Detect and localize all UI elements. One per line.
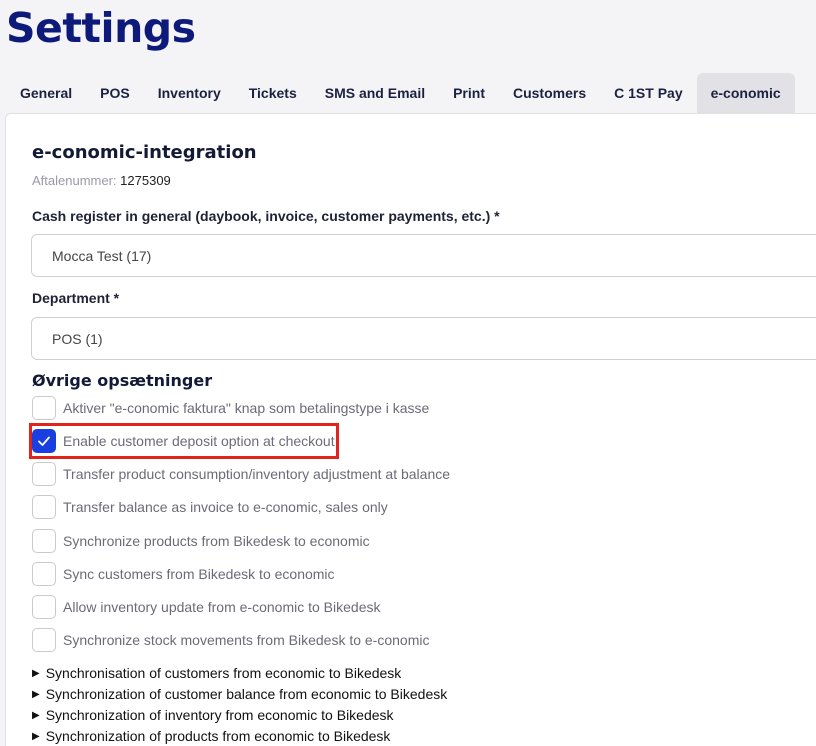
checkbox[interactable] [32,462,56,486]
other-settings-title: Øvrige opsætninger [32,371,213,390]
integration-title: e-conomic-integration [32,142,257,163]
settings-panel: e-conomic-integration Aftalenummer: 1275… [5,113,816,746]
agreement-number: Aftalenummer: 1275309 [32,173,171,188]
department-label: Department * [32,290,120,306]
checkbox-row[interactable]: Allow inventory update from e-conomic to… [32,595,380,619]
checkbox[interactable] [32,396,56,420]
checkbox-row[interactable]: Aktiver "e-conomic faktura" knap som bet… [32,396,429,420]
checkbox-label: Transfer balance as invoice to e-conomic… [63,499,388,515]
tab-sms-email[interactable]: SMS and Email [311,73,439,113]
triangle-right-icon: ▶ [32,730,40,742]
tab-customers[interactable]: Customers [499,73,600,113]
cash-register-select[interactable]: Mocca Test (17) [31,234,816,277]
expandable-label: Synchronization of inventory from econom… [45,707,394,723]
checkbox[interactable] [32,495,56,519]
expandable-label: Synchronisation of customers from econom… [45,665,402,681]
expandable-sync-products[interactable]: ▶ Synchronization of products from econo… [32,728,390,744]
checkbox-label: Sync customers from Bikedesk to economic [63,566,335,582]
checkbox[interactable] [32,529,56,553]
checkbox-label: Transfer product consumption/inventory a… [63,466,451,482]
tab-c1st-pay[interactable]: C 1ST Pay [600,73,696,113]
triangle-right-icon: ▶ [32,688,40,700]
tab-print[interactable]: Print [439,73,499,113]
page-title: Settings [6,4,196,52]
expandable-label: Synchronization of customer balance from… [45,686,448,702]
triangle-right-icon: ▶ [32,709,40,721]
tab-general[interactable]: General [0,73,86,113]
tab-e-conomic[interactable]: e-conomic [696,73,795,113]
expandable-sync-customer-balance[interactable]: ▶ Synchronization of customer balance fr… [32,686,447,702]
checkbox-row[interactable]: Sync customers from Bikedesk to economic [32,562,335,586]
settings-tabs: General POS Inventory Tickets SMS and Em… [0,73,816,113]
highlight-box [29,423,339,459]
agreement-value: 1275309 [120,173,171,188]
tab-pos[interactable]: POS [86,73,144,113]
department-select[interactable]: POS (1) [31,317,816,360]
expandable-label: Synchronization of products from economi… [45,728,391,744]
checkbox[interactable] [32,628,56,652]
cash-register-label: Cash register in general (daybook, invoi… [32,208,500,224]
checkbox-label: Synchronize stock movements from Bikedes… [63,632,430,648]
checkbox-row[interactable]: Synchronize products from Bikedesk to ec… [32,529,370,553]
checkbox-label: Synchronize products from Bikedesk to ec… [63,533,370,549]
checkbox-row[interactable]: Synchronize stock movements from Bikedes… [32,628,429,652]
agreement-label: Aftalenummer: [32,173,117,188]
checkbox-label: Allow inventory update from e-conomic to… [63,599,381,615]
checkbox-row[interactable]: Transfer balance as invoice to e-conomic… [32,495,388,519]
tab-tickets[interactable]: Tickets [235,73,311,113]
checkbox-label: Aktiver "e-conomic faktura" knap som bet… [63,400,430,416]
expandable-sync-inventory[interactable]: ▶ Synchronization of inventory from econ… [32,707,394,723]
checkbox-row[interactable]: Transfer product consumption/inventory a… [32,462,450,486]
checkbox[interactable] [32,562,56,586]
triangle-right-icon: ▶ [32,667,40,679]
checkbox[interactable] [32,595,56,619]
tab-inventory[interactable]: Inventory [144,73,235,113]
expandable-sync-customers[interactable]: ▶ Synchronisation of customers from econ… [32,665,401,681]
